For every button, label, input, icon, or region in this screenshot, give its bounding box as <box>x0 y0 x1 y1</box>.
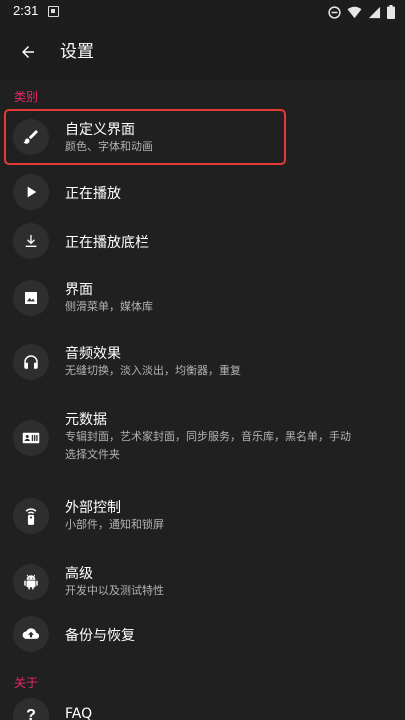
item-subtitle: 专辑封面，艺术家封面，同步服务，音乐库，黑名单，手动 <box>65 430 351 443</box>
item-title: 高级 <box>65 566 93 582</box>
highlight-box <box>4 109 286 165</box>
page-title: 设置 <box>60 42 94 62</box>
a-box-icon <box>48 6 59 17</box>
item-subtitle: 小部件，通知和锁屏 <box>65 518 164 531</box>
play-icon <box>13 174 49 210</box>
item-title: 正在播放 <box>65 186 121 202</box>
signal-icon <box>368 6 381 18</box>
wifi-icon <box>347 6 362 18</box>
app-bar: 设置 <box>0 24 405 80</box>
item-subtitle: 开发中以及测试特性 <box>65 584 164 597</box>
settings-item-audio[interactable]: 音频效果 无缝切换，淡入淡出，均衡器，重复 <box>0 336 405 392</box>
item-title: 正在播放底栏 <box>65 235 149 251</box>
status-time: 2:31 <box>13 3 39 18</box>
metadata-icon <box>13 420 49 456</box>
item-subtitle: 无缝切换，淡入淡出，均衡器，重复 <box>65 364 241 377</box>
item-subtitle-line2: 选择文件夹 <box>65 448 120 461</box>
status-icons <box>328 4 395 20</box>
android-icon <box>13 564 49 600</box>
status-bar: 2:31 <box>0 0 405 24</box>
item-title: 音频效果 <box>65 346 121 362</box>
settings-item-external-control[interactable]: 外部控制 小部件，通知和锁屏 <box>0 490 405 546</box>
settings-item-advanced[interactable]: 高级 开发中以及测试特性 <box>0 556 405 612</box>
battery-icon <box>387 5 395 19</box>
download-bar-icon <box>13 223 49 259</box>
help-icon: ? <box>13 698 49 720</box>
settings-item-now-playing-bar[interactable]: 正在播放底栏 <box>0 217 405 265</box>
back-button[interactable] <box>10 34 46 70</box>
headphones-icon <box>13 344 49 380</box>
item-title: 外部控制 <box>65 500 121 516</box>
settings-item-now-playing[interactable]: 正在播放 <box>0 168 405 216</box>
item-title: 界面 <box>65 282 93 298</box>
settings-item-backup[interactable]: 备份与恢复 <box>0 610 405 658</box>
settings-item-metadata[interactable]: 元数据 专辑封面，艺术家封面，同步服务，音乐库，黑名单，手动 选择文件夹 <box>0 404 405 468</box>
item-title: 元数据 <box>65 412 107 428</box>
settings-item-faq[interactable]: ? FAQ <box>0 694 405 720</box>
item-title: 备份与恢复 <box>65 628 135 644</box>
section-label-categories: 类别 <box>14 90 39 104</box>
image-icon <box>13 280 49 316</box>
arrow-left-icon <box>22 46 34 58</box>
settings-item-interface[interactable]: 界面 侧滑菜单，媒体库 <box>0 272 405 328</box>
section-label-about: 关于 <box>14 676 39 690</box>
remote-icon <box>13 498 49 534</box>
dnd-icon <box>328 5 341 19</box>
item-subtitle: 侧滑菜单，媒体库 <box>65 300 153 313</box>
cloud-upload-icon <box>13 616 49 652</box>
item-title: FAQ <box>65 706 93 720</box>
